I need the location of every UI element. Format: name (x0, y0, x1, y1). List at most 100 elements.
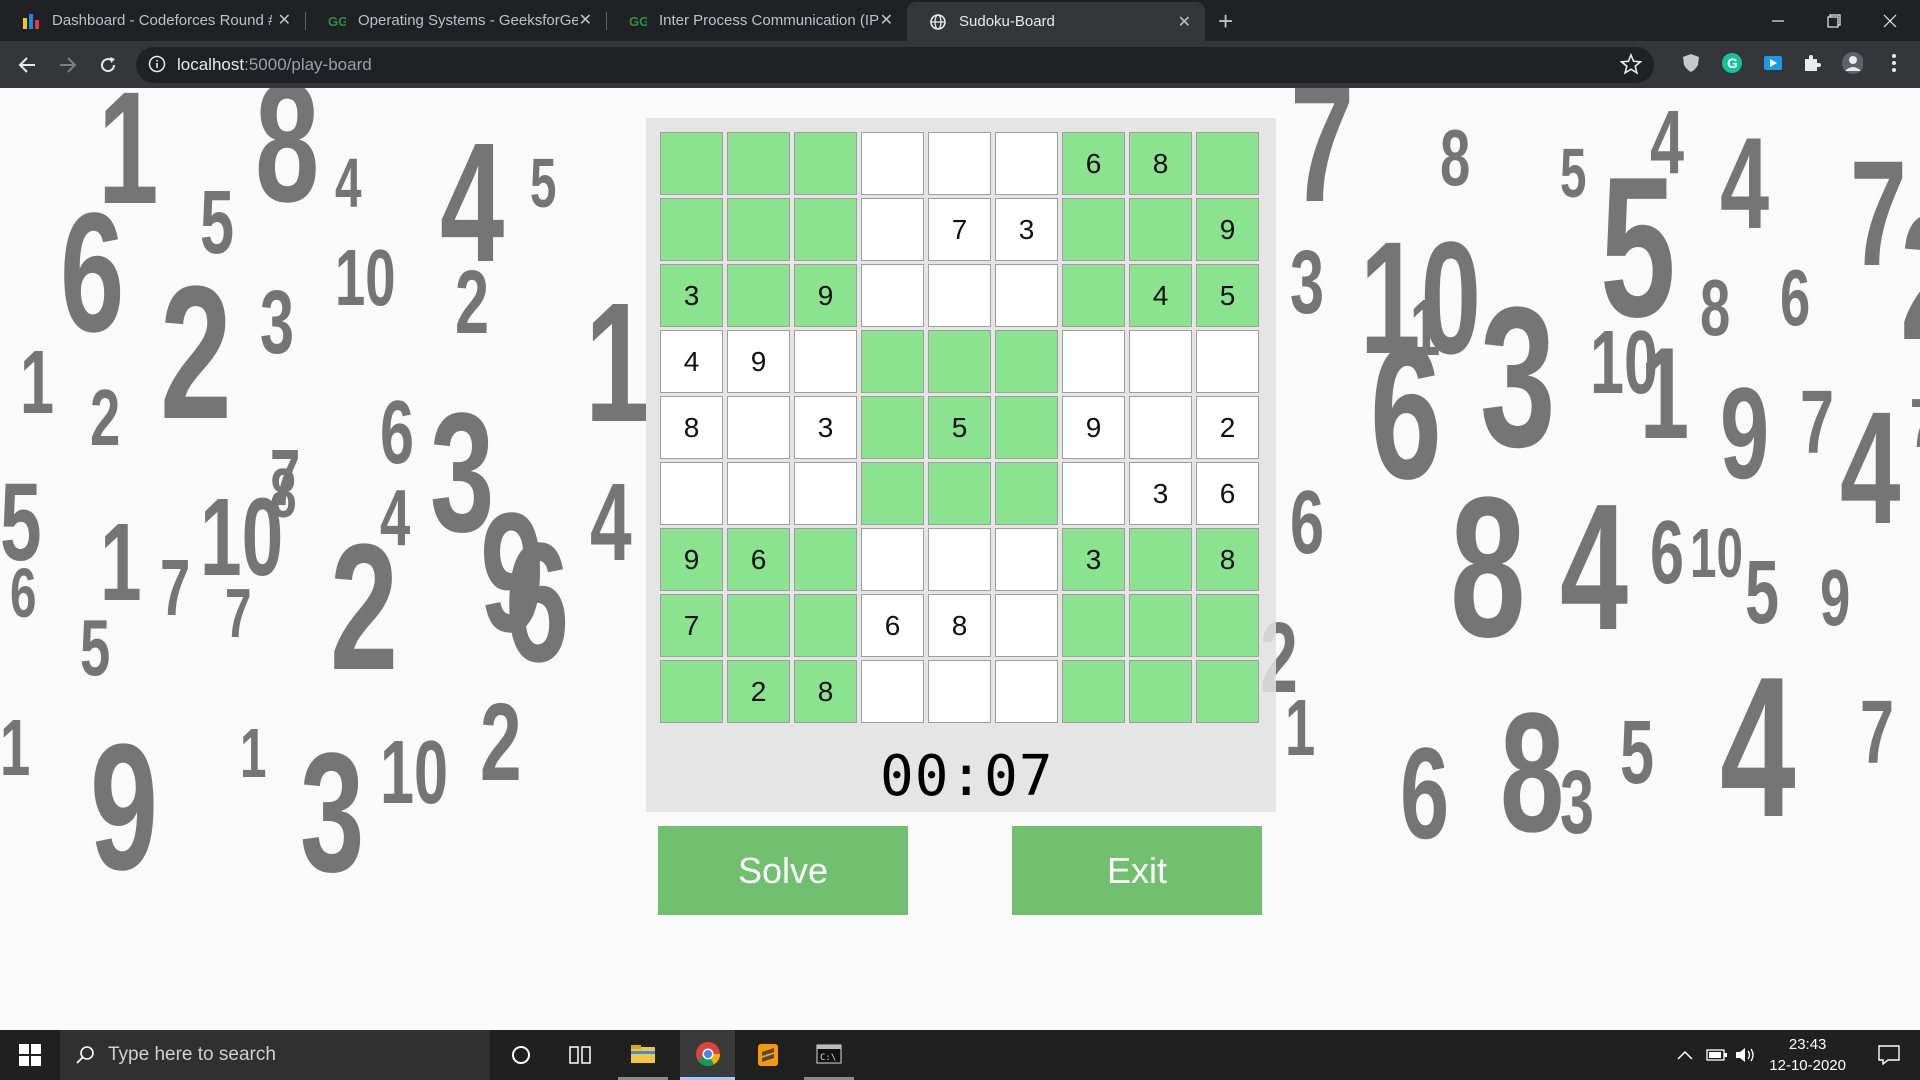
sudoku-cell[interactable]: 9 (727, 330, 790, 393)
close-icon[interactable]: ✕ (579, 10, 592, 30)
sudoku-cell[interactable]: 3 (660, 264, 723, 327)
sudoku-cell[interactable] (1062, 462, 1125, 525)
sudoku-cell[interactable]: 9 (1062, 396, 1125, 459)
sudoku-cell[interactable] (1196, 594, 1259, 657)
sudoku-cell[interactable] (660, 660, 723, 723)
tab-operating-systems[interactable]: GG Operating Systems - GeeksforGe ✕ (306, 0, 606, 41)
sudoku-cell[interactable] (928, 330, 991, 393)
volume-icon[interactable] (1733, 1030, 1759, 1080)
sublime-text-icon[interactable] (743, 1030, 793, 1080)
sudoku-cell[interactable] (794, 132, 857, 195)
sudoku-cell[interactable] (794, 462, 857, 525)
close-icon[interactable]: ✕ (880, 10, 893, 30)
chrome-icon[interactable] (680, 1030, 735, 1080)
sudoku-cell[interactable] (928, 132, 991, 195)
sudoku-cell[interactable] (1062, 198, 1125, 261)
sudoku-cell[interactable] (1129, 198, 1192, 261)
new-tab-icon[interactable]: + (1218, 6, 1233, 37)
cortana-icon[interactable] (496, 1030, 546, 1080)
close-icon[interactable]: ✕ (278, 10, 291, 30)
sudoku-cell[interactable] (727, 198, 790, 261)
sudoku-cell[interactable] (794, 528, 857, 591)
sudoku-cell[interactable] (1062, 660, 1125, 723)
tab-ipc[interactable]: GG Inter Process Communication (IP ✕ (607, 0, 907, 41)
sudoku-cell[interactable] (861, 198, 924, 261)
sudoku-cell[interactable]: 8 (794, 660, 857, 723)
sudoku-cell[interactable]: 3 (794, 396, 857, 459)
shield-extension-icon[interactable] (1680, 52, 1702, 74)
sudoku-cell[interactable] (727, 594, 790, 657)
sudoku-cell[interactable] (861, 396, 924, 459)
sudoku-cell[interactable] (928, 528, 991, 591)
sudoku-cell[interactable]: 6 (1062, 132, 1125, 195)
sudoku-cell[interactable] (660, 462, 723, 525)
sudoku-cell[interactable] (861, 132, 924, 195)
sudoku-cell[interactable]: 2 (1196, 396, 1259, 459)
sudoku-cell[interactable] (794, 198, 857, 261)
sudoku-cell[interactable]: 2 (727, 660, 790, 723)
exit-button[interactable]: Exit (1012, 826, 1262, 915)
sudoku-cell[interactable]: 6 (1196, 462, 1259, 525)
sudoku-cell[interactable] (660, 198, 723, 261)
extensions-puzzle-icon[interactable] (1801, 52, 1823, 74)
sudoku-cell[interactable] (995, 528, 1058, 591)
sudoku-cell[interactable]: 8 (1196, 528, 1259, 591)
windows-start-icon[interactable] (0, 1030, 60, 1080)
sudoku-cell[interactable] (928, 264, 991, 327)
sudoku-cell[interactable]: 8 (660, 396, 723, 459)
sudoku-cell[interactable] (1062, 594, 1125, 657)
sudoku-cell[interactable]: 5 (1196, 264, 1259, 327)
sudoku-cell[interactable]: 9 (794, 264, 857, 327)
sudoku-cell[interactable]: 8 (928, 594, 991, 657)
sudoku-cell[interactable] (861, 462, 924, 525)
tab-sudoku-board[interactable]: Sudoku-Board ✕ (907, 2, 1205, 41)
sudoku-cell[interactable] (794, 330, 857, 393)
task-view-icon[interactable] (555, 1030, 605, 1080)
sudoku-cell[interactable] (660, 132, 723, 195)
sudoku-cell[interactable] (1196, 660, 1259, 723)
taskbar-search-box[interactable]: Type here to search (60, 1030, 490, 1080)
sudoku-cell[interactable] (1129, 528, 1192, 591)
sudoku-cell[interactable]: 3 (1062, 528, 1125, 591)
sudoku-cell[interactable] (794, 594, 857, 657)
sudoku-cell[interactable] (727, 132, 790, 195)
reload-icon[interactable] (94, 51, 122, 79)
bookmark-star-icon[interactable] (1619, 52, 1643, 80)
sudoku-cell[interactable] (995, 396, 1058, 459)
sudoku-cell[interactable] (928, 660, 991, 723)
sudoku-cell[interactable] (1062, 264, 1125, 327)
sudoku-cell[interactable] (861, 528, 924, 591)
sudoku-cell[interactable] (1129, 594, 1192, 657)
sudoku-cell[interactable] (727, 462, 790, 525)
sudoku-cell[interactable] (1196, 330, 1259, 393)
notifications-icon[interactable] (1864, 1030, 1914, 1080)
battery-icon[interactable] (1704, 1030, 1730, 1080)
sudoku-cell[interactable] (995, 594, 1058, 657)
chevron-up-icon[interactable] (1672, 1030, 1698, 1080)
sudoku-cell[interactable] (727, 396, 790, 459)
taskbar-clock[interactable]: 23:43 12-10-2020 (1769, 1034, 1846, 1076)
solve-button[interactable]: Solve (658, 826, 908, 915)
cast-extension-icon[interactable] (1762, 52, 1784, 74)
sudoku-cell[interactable]: 4 (1129, 264, 1192, 327)
menu-dots-icon[interactable] (1883, 52, 1905, 74)
sudoku-cell[interactable]: 7 (660, 594, 723, 657)
sudoku-cell[interactable] (1129, 330, 1192, 393)
sudoku-cell[interactable] (861, 330, 924, 393)
sudoku-cell[interactable] (995, 132, 1058, 195)
close-window-icon[interactable] (1862, 0, 1918, 41)
sudoku-cell[interactable] (928, 462, 991, 525)
minimize-icon[interactable] (1750, 0, 1806, 41)
sudoku-cell[interactable] (1062, 330, 1125, 393)
info-icon[interactable] (148, 55, 166, 78)
restore-icon[interactable] (1806, 0, 1862, 41)
sudoku-cell[interactable] (995, 330, 1058, 393)
sudoku-cell[interactable] (1129, 660, 1192, 723)
tab-codeforces[interactable]: Dashboard - Codeforces Round # ✕ (0, 0, 305, 41)
terminal-icon[interactable]: C:\ (804, 1030, 854, 1080)
address-bar[interactable]: localhost:5000/play-board (136, 47, 1654, 83)
grammarly-icon[interactable]: G (1721, 52, 1743, 74)
sudoku-cell[interactable]: 9 (1196, 198, 1259, 261)
back-icon[interactable] (13, 51, 41, 79)
file-explorer-icon[interactable] (618, 1030, 668, 1080)
